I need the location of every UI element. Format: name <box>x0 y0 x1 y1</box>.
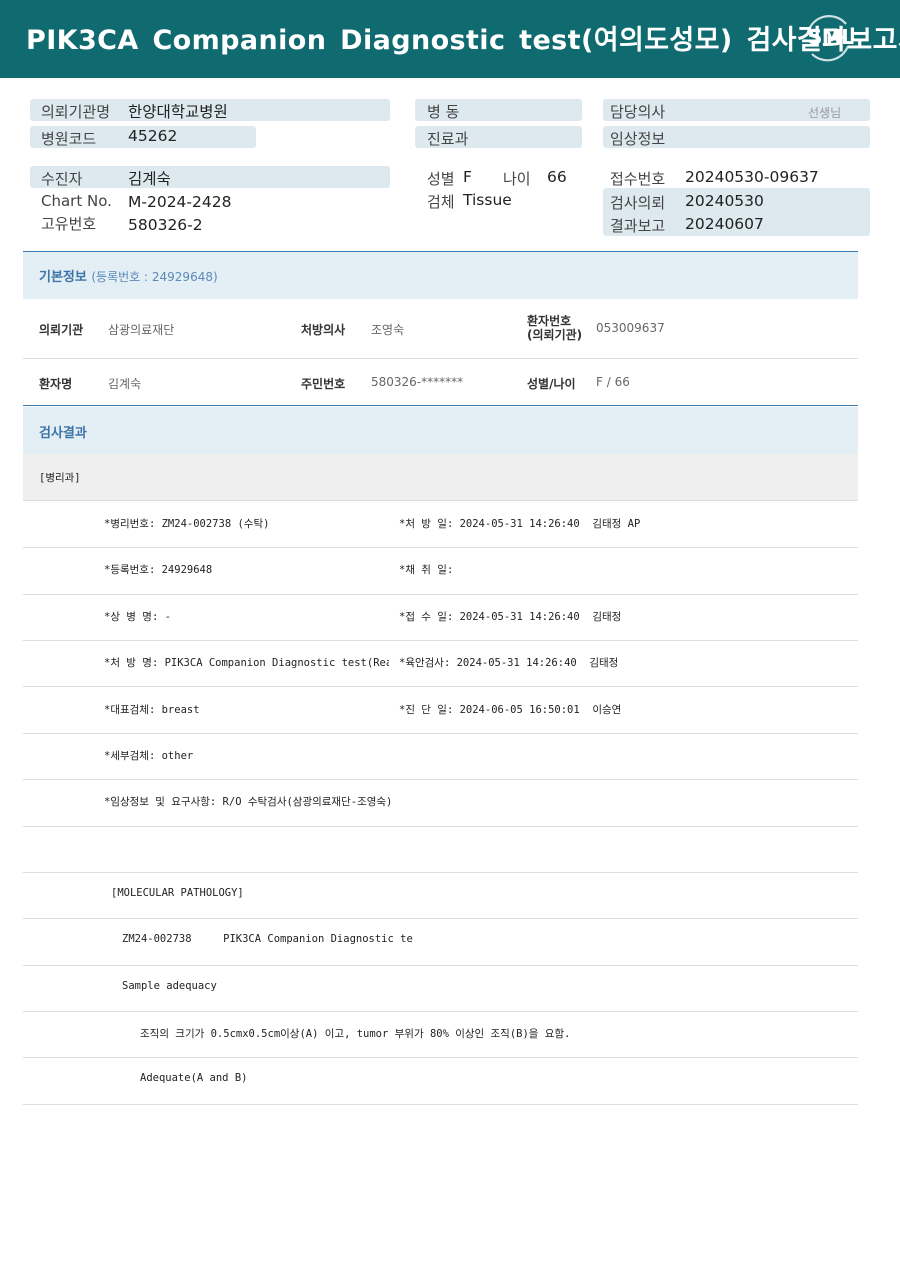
rrn-value: 580326-******* <box>371 375 464 389</box>
report-header: PIK3CA Companion Diagnostic test(여의도성모) … <box>0 0 900 78</box>
adequacy-criteria: 조직의 크기가 0.5cmx0.5cm이상(A) 이고, tumor 부위가 8… <box>140 1028 571 1040</box>
request-value: 20240530 <box>685 192 764 210</box>
receipt-label: 접수번호 <box>610 170 666 188</box>
doctor-suffix: 선생님 <box>808 106 842 120</box>
rrn-key: 주민번호 <box>301 377 346 391</box>
name-key: 환자명 <box>39 377 73 391</box>
receipt-value: 20240530-09637 <box>685 168 819 186</box>
result-left: *세부검체: other <box>104 750 194 762</box>
pathology-dept-band <box>23 454 858 501</box>
inst-key: 의뢰기관 <box>39 323 84 337</box>
doctor-label: 담당의사 <box>610 103 666 121</box>
sample-adequacy: Sample adequacy <box>122 980 217 992</box>
result-right: *육안검사: 2024-05-31 14:26:40 김태정 <box>399 657 619 669</box>
mp-title: [MOLECULAR PATHOLOGY] <box>111 887 244 899</box>
result-right: *접 수 일: 2024-05-31 14:26:40 김태정 <box>399 611 622 623</box>
dept-label: 진료과 <box>427 130 469 148</box>
result-right: *진 단 일: 2024-06-05 16:50:01 이승연 <box>399 704 622 716</box>
patient-value: 김계숙 <box>128 170 171 188</box>
patient-pill <box>30 166 390 188</box>
unique-no-label: 고유번호 <box>41 215 97 233</box>
result-right: *처 방 일: 2024-05-31 14:26:40 김태정 AP <box>399 518 641 530</box>
result-left: *임상정보 및 요구사항: R/O 수탁검사(삼광의료재단-조영숙) <box>104 796 393 808</box>
result-right: *채 취 일: <box>399 564 454 576</box>
doctor-value: 조영숙 <box>371 323 405 337</box>
sexage-value: F / 66 <box>596 375 630 389</box>
specimen-value: Tissue <box>463 191 512 209</box>
doctor-key: 처방의사 <box>301 323 346 337</box>
age-value: 66 <box>547 168 567 186</box>
basic-info-reg: (등록번호 : 24929648) <box>91 270 218 284</box>
result-title: 검사결과 <box>39 426 87 441</box>
chart-no-label: Chart No. <box>41 192 112 210</box>
result-header <box>23 407 858 454</box>
specimen-label: 검체 <box>427 193 455 211</box>
result-left: *대표검체: breast <box>104 704 200 716</box>
clinical-label: 임상정보 <box>610 130 666 148</box>
adequacy-result: Adequate(A and B) <box>140 1072 248 1084</box>
result-left: *병리번호: ZM24-002738 (수탁) <box>104 518 270 530</box>
report-label: 결과보고 <box>610 217 666 235</box>
patient-no-key: 환자번호 (의뢰기관) <box>527 314 583 342</box>
basic-info-title: 기본정보 (등록번호 : 24929648) <box>39 266 218 285</box>
ward-label: 병 동 <box>427 103 460 121</box>
patient-label: 수진자 <box>41 170 83 188</box>
result-left: *처 방 명: PIK3CA Companion Diagnostic test… <box>104 657 389 669</box>
basic-info-title-text: 기본정보 <box>39 270 87 285</box>
logo-text: SML <box>808 25 854 49</box>
unique-no-value: 580326-2 <box>128 216 203 234</box>
sex-label: 성별 <box>427 170 455 188</box>
inst-value: 삼광의료재단 <box>108 323 175 337</box>
hospital-code-label: 병원코드 <box>41 130 97 148</box>
institution-value: 한양대학교병원 <box>128 103 228 121</box>
pathology-dept: [병리과] <box>39 472 81 484</box>
result-left: *등록번호: 24929648 <box>104 564 213 576</box>
name-value: 김계숙 <box>108 377 142 391</box>
blank-row <box>23 826 858 873</box>
report-title: PIK3CA Companion Diagnostic test(여의도성모) … <box>26 25 900 56</box>
chart-no-value: M-2024-2428 <box>128 193 232 211</box>
report-value: 20240607 <box>685 215 764 233</box>
result-left: *상 병 명: - <box>104 611 171 623</box>
request-label: 검사의뢰 <box>610 194 666 212</box>
sexage-key: 성별/나이 <box>527 377 576 391</box>
institution-label: 의뢰기관명 <box>41 103 111 121</box>
mp-test-line: ZM24-002738 PIK3CA Companion Diagnostic … <box>122 933 413 945</box>
age-label: 나이 <box>503 170 531 188</box>
hospital-code-value: 45262 <box>128 127 178 145</box>
patient-no-value: 053009637 <box>596 321 665 335</box>
sex-value: F <box>463 168 472 186</box>
